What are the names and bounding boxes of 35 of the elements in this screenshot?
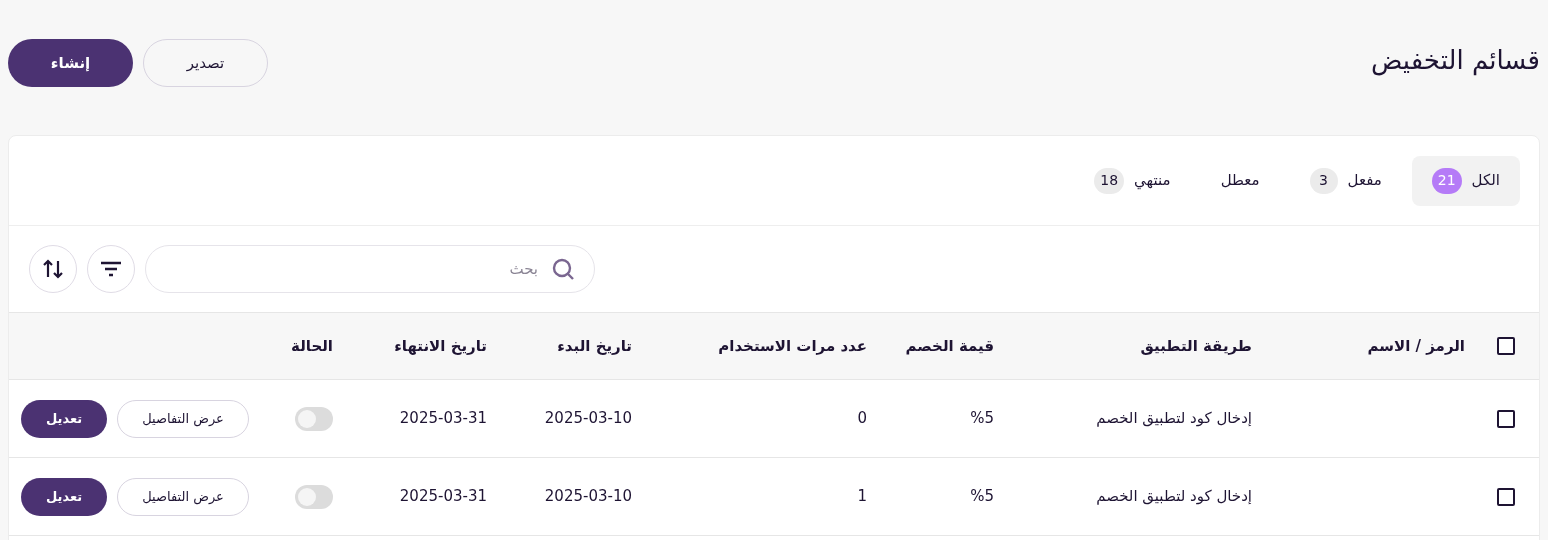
checkbox[interactable] (1497, 337, 1515, 355)
table-cell: %5 (970, 409, 994, 428)
checkbox[interactable] (1497, 409, 1515, 428)
count-badge: 18 (1094, 167, 1125, 194)
edit-button[interactable]: تعديل (21, 399, 107, 438)
status-toggle[interactable] (295, 484, 333, 509)
table-cell: 2025-03-31 (399, 487, 487, 506)
table-cell: إدخال كود لتطبيق الخصم (1096, 487, 1252, 506)
checkbox[interactable] (1497, 487, 1515, 506)
column-header: الحالة (291, 336, 333, 355)
table-cell: 1 (857, 487, 867, 506)
column-header: عدد مرات الاستخدام (718, 336, 867, 355)
sort-icon (42, 259, 64, 279)
edit-button[interactable]: تعديل (21, 477, 107, 516)
search-icon (551, 257, 575, 281)
export-button[interactable]: تصدير (143, 39, 268, 87)
table-cell: 2025-03-31 (399, 409, 487, 428)
column-header: قيمة الخصم (905, 336, 994, 355)
column-header: تاريخ البدء (557, 336, 632, 355)
filter-tab[interactable]: معطل (1200, 155, 1280, 206)
status-toggle[interactable] (295, 406, 333, 431)
table-cell: 0 (857, 409, 867, 428)
count-badge: 21 (1431, 167, 1462, 194)
column-header: طريقة التطبيق (1140, 336, 1252, 355)
column-header: تاريخ الانتهاء (394, 336, 487, 355)
table-cell: 2025-03-10 (544, 409, 632, 428)
search-field[interactable]: بحث (145, 245, 595, 293)
create-button[interactable]: إنشاء (8, 39, 133, 87)
page-title: قسائم التخفيض (1371, 44, 1540, 78)
count-badge: 3 (1309, 167, 1338, 194)
filter-icon (100, 260, 122, 278)
table-cell: إدخال كود لتطبيق الخصم (1096, 409, 1252, 428)
table-cell: 2025-03-10 (544, 487, 632, 506)
table-cell: %5 (970, 487, 994, 506)
column-header: الرمز / الاسم (1367, 336, 1465, 355)
